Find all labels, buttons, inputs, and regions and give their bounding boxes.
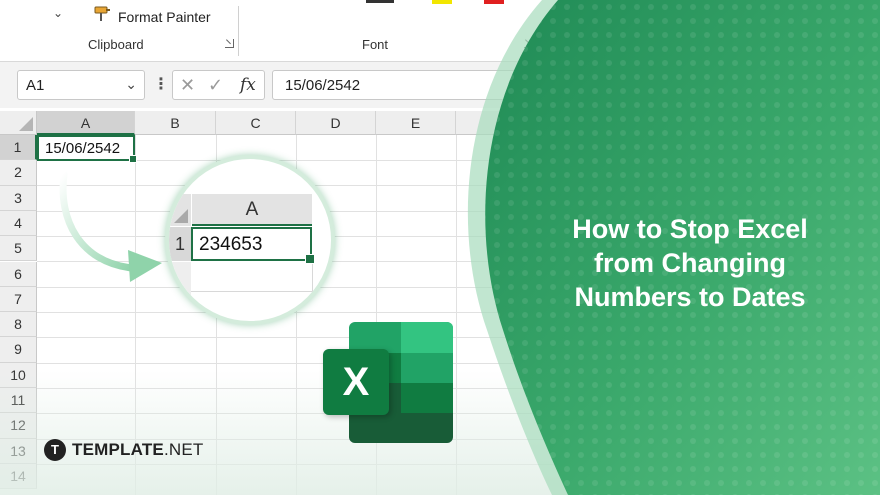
clipboard-launcher-icon[interactable]: [225, 39, 234, 48]
row-header-2[interactable]: 2: [0, 160, 37, 186]
magnified-cell-value: 234653: [191, 227, 315, 264]
magnified-corner: [169, 194, 191, 226]
paste-chevron-icon[interactable]: ⌄: [53, 6, 63, 20]
column-header-a[interactable]: A: [37, 111, 135, 135]
row-header-6[interactable]: 6: [0, 261, 37, 287]
row-header-5[interactable]: 5: [0, 236, 37, 262]
template-mark-icon: T: [44, 439, 66, 461]
grid-line: [312, 261, 313, 321]
name-box-value: A1: [26, 77, 45, 94]
bottom-fade: [0, 370, 600, 495]
insert-function-button[interactable]: fx: [240, 75, 256, 95]
cell-a1[interactable]: 15/06/2542: [37, 135, 137, 163]
headline-line-2: from Changing: [594, 248, 786, 278]
grid-line: [37, 337, 597, 338]
row-header-8[interactable]: 8: [0, 312, 37, 338]
magnified-row-header: 1: [169, 227, 191, 261]
clipboard-group-label: Clipboard: [88, 37, 144, 52]
brand-name-bold: TEMPLATE: [72, 440, 164, 459]
formula-buttons: ✕ ✓ fx: [172, 70, 265, 100]
row-header-1[interactable]: 1: [0, 135, 37, 161]
name-box[interactable]: A1 ⌄: [17, 70, 145, 100]
row-header-7[interactable]: 7: [0, 286, 37, 313]
template-net-logo: T TEMPLATE.NET: [44, 439, 203, 461]
curved-arrow-icon: [59, 170, 162, 282]
text-color-swatch[interactable]: [484, 0, 504, 4]
formula-input[interactable]: 15/06/2542: [272, 70, 612, 100]
grid-line: [37, 312, 597, 313]
column-header-b[interactable]: B: [135, 111, 216, 135]
confirm-icon[interactable]: ✓: [208, 75, 223, 96]
headline: How to Stop Excel from Changing Numbers …: [540, 212, 840, 314]
headline-line-1: How to Stop Excel: [572, 214, 808, 244]
brand-name-rest: .NET: [163, 440, 204, 459]
headline-line-3: Numbers to Dates: [574, 282, 806, 312]
grid-line: [37, 363, 597, 364]
row-header-3[interactable]: 3: [0, 185, 37, 211]
cancel-icon[interactable]: ✕: [180, 75, 195, 96]
more-options-icon[interactable]: ⋮: [153, 74, 169, 94]
font-launcher-icon[interactable]: [524, 39, 533, 48]
chevron-down-icon[interactable]: ⌄: [125, 76, 137, 93]
brand-name: TEMPLATE.NET: [72, 440, 203, 460]
column-header-f[interactable]: F: [456, 111, 546, 135]
column-header-e[interactable]: E: [376, 111, 456, 135]
font-group-label: Font: [362, 37, 389, 52]
row-header-9[interactable]: 9: [0, 337, 37, 363]
grid-line: [191, 291, 331, 292]
select-all-corner[interactable]: [0, 111, 37, 135]
magnified-cell-view: A 1 234653: [165, 155, 335, 325]
excel-x-icon: X: [323, 349, 389, 415]
column-header-d[interactable]: D: [296, 111, 376, 135]
format-painter-icon[interactable]: [93, 5, 113, 23]
ribbon-divider: [238, 6, 239, 56]
ribbon: ⌄ Format Painter Clipboard Font: [0, 0, 600, 62]
column-header-c[interactable]: C: [216, 111, 296, 135]
highlight-color-swatch[interactable]: [432, 0, 452, 4]
row-header-4[interactable]: 4: [0, 210, 37, 237]
magnified-row-header-empty: [169, 262, 191, 321]
magnified-column-header: A: [192, 194, 312, 226]
font-color-swatch[interactable]: [366, 0, 394, 3]
format-painter-button[interactable]: Format Painter: [118, 9, 211, 25]
